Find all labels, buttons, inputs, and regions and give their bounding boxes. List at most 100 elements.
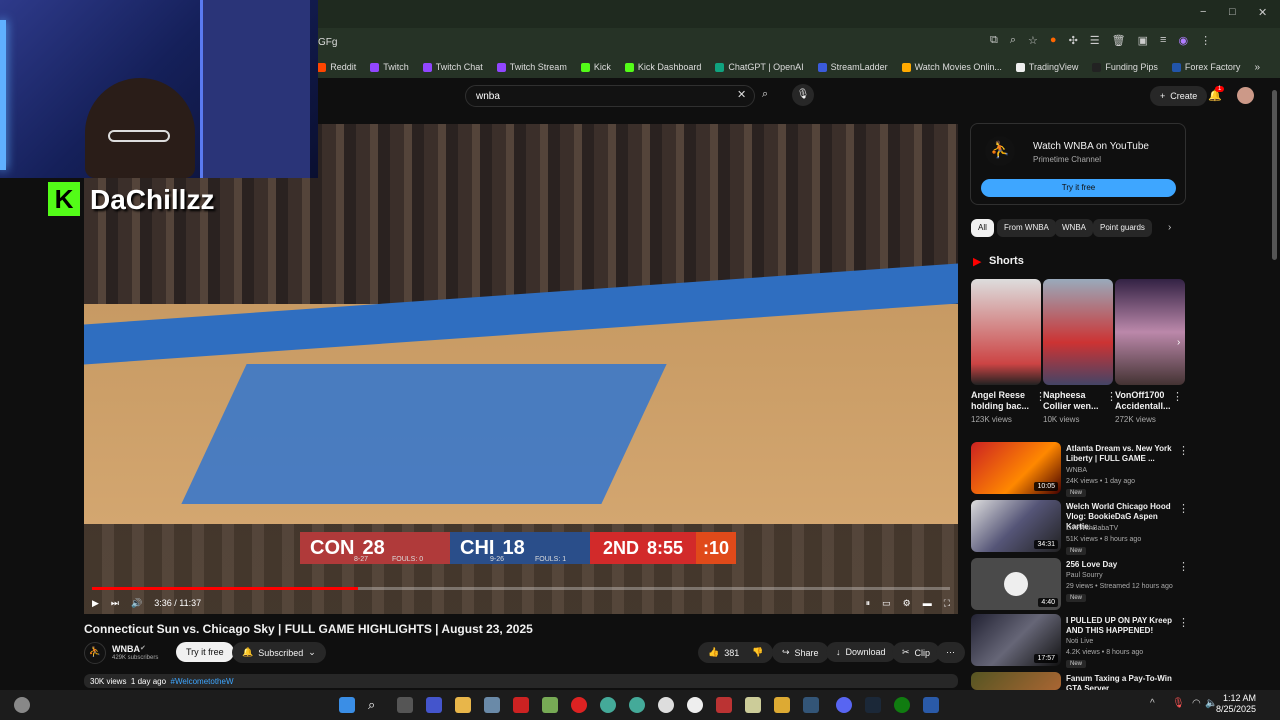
close-window-button[interactable]: ✕ (1258, 6, 1267, 19)
extension-icon[interactable]: ● (1050, 34, 1057, 47)
short-menu-icon[interactable]: ⋮ (1172, 390, 1183, 403)
taskbar-search-icon[interactable]: ⌕ (368, 697, 384, 713)
mic-tray-icon[interactable]: 🎙 (1172, 698, 1185, 709)
system-clock[interactable]: 1:12 AM 8/25/2025 (1216, 693, 1256, 715)
app-icon[interactable] (542, 697, 558, 713)
clear-search-icon[interactable]: ✕ (737, 88, 746, 101)
clip-button[interactable]: ✂ Clip (892, 642, 941, 663)
bookmark-item[interactable]: TradingView (1015, 62, 1078, 72)
bookmark-item[interactable]: ChatGPT | OpenAI (715, 62, 804, 72)
chips-next-icon[interactable]: › (1168, 222, 1171, 233)
chrome-icon[interactable] (600, 697, 616, 713)
widgets-icon[interactable] (14, 697, 30, 713)
file-explorer-icon[interactable] (455, 697, 471, 713)
profile-icon[interactable]: ◉ (1178, 34, 1188, 47)
promo-try-button[interactable]: Try it free (981, 179, 1176, 197)
bookmark-item[interactable]: Reddit (317, 62, 356, 72)
app-icon[interactable] (774, 697, 790, 713)
rec-menu-icon[interactable]: ⋮ (1178, 616, 1189, 629)
short-title[interactable]: Angel Reese holding bac... (971, 390, 1041, 412)
avatar[interactable] (1237, 87, 1254, 104)
captions-icon[interactable]: ▭ (882, 598, 891, 609)
thumbs-down-icon[interactable]: 👎 (752, 647, 763, 658)
short-thumbnail[interactable] (1115, 279, 1185, 385)
teams-icon[interactable] (426, 697, 442, 713)
short-thumbnail[interactable] (1043, 279, 1113, 385)
install-icon[interactable]: ⧉ (990, 34, 998, 47)
chip-from-wnba[interactable]: From WNBA (997, 219, 1056, 237)
bookmark-item[interactable]: StreamLadder (817, 62, 888, 72)
page-scrollbar[interactable] (1272, 90, 1277, 260)
puzzle-icon[interactable]: ✣ (1069, 34, 1078, 47)
bookmarks-more-icon[interactable]: » (1254, 62, 1260, 73)
rec-title[interactable]: Fanum Taxing a Pay-To-Win GTA Server (1066, 674, 1176, 690)
microphone-icon[interactable]: 🎙 (792, 84, 814, 106)
subscribed-button[interactable]: 🔔 Subscribed ⌄ (232, 642, 326, 663)
rec-channel[interactable]: WNBA (1066, 467, 1087, 474)
rec-thumbnail[interactable]: 10:05 (971, 442, 1061, 494)
bookmark-item[interactable]: Kick (580, 62, 611, 72)
chip-point-guards[interactable]: Point guards (1093, 219, 1152, 237)
task-view-icon[interactable] (397, 697, 413, 713)
minimize-button[interactable]: − (1200, 6, 1206, 18)
channel-name[interactable]: WNBA (112, 644, 140, 654)
rec-menu-icon[interactable]: ⋮ (1178, 560, 1189, 573)
xbox-icon[interactable] (894, 697, 910, 713)
discord-icon[interactable] (836, 697, 852, 713)
bookmark-item[interactable]: Twitch Stream (496, 62, 567, 72)
bookmark-item[interactable]: Watch Movies Onlin... (901, 62, 1002, 72)
sidepanel-icon[interactable]: ▣ (1138, 34, 1148, 47)
settings-gear-icon[interactable]: ⚙ (903, 598, 911, 609)
try-free-button[interactable]: Try it free (176, 642, 234, 662)
bookmark-item[interactable]: Funding Pips (1092, 62, 1158, 72)
download-button[interactable]: ↓ Download (826, 642, 896, 662)
rec-menu-icon[interactable]: ⋮ (1178, 502, 1189, 515)
description-box[interactable]: 30K views 1 day ago #WelcometotheW (84, 674, 958, 688)
app-icon[interactable] (716, 697, 732, 713)
share-button[interactable]: ↪ Share (772, 642, 829, 663)
short-title[interactable]: Napheesa Collier wen... (1043, 390, 1113, 412)
rec-thumbnail[interactable]: 17:57 (971, 614, 1061, 666)
search-input[interactable]: wnba (465, 85, 755, 107)
app-icon[interactable] (687, 697, 703, 713)
create-button[interactable]: + Create (1150, 86, 1208, 106)
chrome-icon[interactable] (629, 697, 645, 713)
short-thumbnail[interactable] (971, 279, 1041, 385)
app-icon[interactable] (513, 697, 529, 713)
more-actions-button[interactable]: ⋯ (936, 642, 965, 663)
zoom-icon[interactable]: ⌕ (1010, 34, 1016, 47)
rec-thumbnail[interactable]: 4:40 (971, 558, 1061, 610)
pause-toggle-icon[interactable]: ⏸ (866, 598, 871, 609)
rec-thumbnail[interactable] (971, 672, 1061, 690)
play-icon[interactable]: ▶ (92, 598, 99, 609)
rec-thumbnail[interactable]: 34:31 (971, 500, 1061, 552)
progress-bar[interactable] (92, 587, 950, 590)
settings-icon[interactable] (484, 697, 500, 713)
chip-wnba[interactable]: WNBA (1055, 219, 1093, 237)
short-menu-icon[interactable]: ⋮ (1106, 390, 1117, 403)
rec-menu-icon[interactable]: ⋮ (1178, 444, 1189, 457)
search-icon[interactable]: ⌕ (762, 88, 768, 101)
app-icon[interactable] (923, 697, 939, 713)
star-icon[interactable]: ☆ (1028, 34, 1038, 47)
menu-dots-icon[interactable]: ⋮ (1200, 34, 1211, 47)
tab-search-icon[interactable]: ≡ (1160, 34, 1166, 47)
bookmark-item[interactable]: Twitch Chat (422, 62, 483, 72)
channel-avatar[interactable]: ⛹ (84, 642, 106, 664)
rec-title[interactable]: I PULLED UP ON PAY Kreep AND THIS HAPPEN… (1066, 616, 1176, 636)
app-icon[interactable] (745, 697, 761, 713)
fullscreen-icon[interactable]: ⛶ (944, 598, 950, 609)
opera-icon[interactable] (571, 697, 587, 713)
theater-icon[interactable]: ▬ (923, 598, 932, 608)
rec-channel[interactable]: LiveWithBabaTV (1066, 525, 1118, 532)
volume-icon[interactable]: 🔊 (131, 598, 142, 609)
trash-icon[interactable]: 🗑 (1112, 34, 1126, 47)
rec-title[interactable]: 256 Love Day (1066, 560, 1176, 570)
app-icon[interactable] (803, 697, 819, 713)
hashtag-link[interactable]: #WelcometotheW (171, 677, 234, 686)
chip-all[interactable]: All (971, 219, 994, 237)
steam-icon[interactable] (865, 697, 881, 713)
rec-title[interactable]: Atlanta Dream vs. New York Liberty | FUL… (1066, 444, 1176, 464)
shorts-next-icon[interactable]: › (1177, 337, 1180, 348)
maximize-button[interactable]: □ (1229, 6, 1236, 18)
